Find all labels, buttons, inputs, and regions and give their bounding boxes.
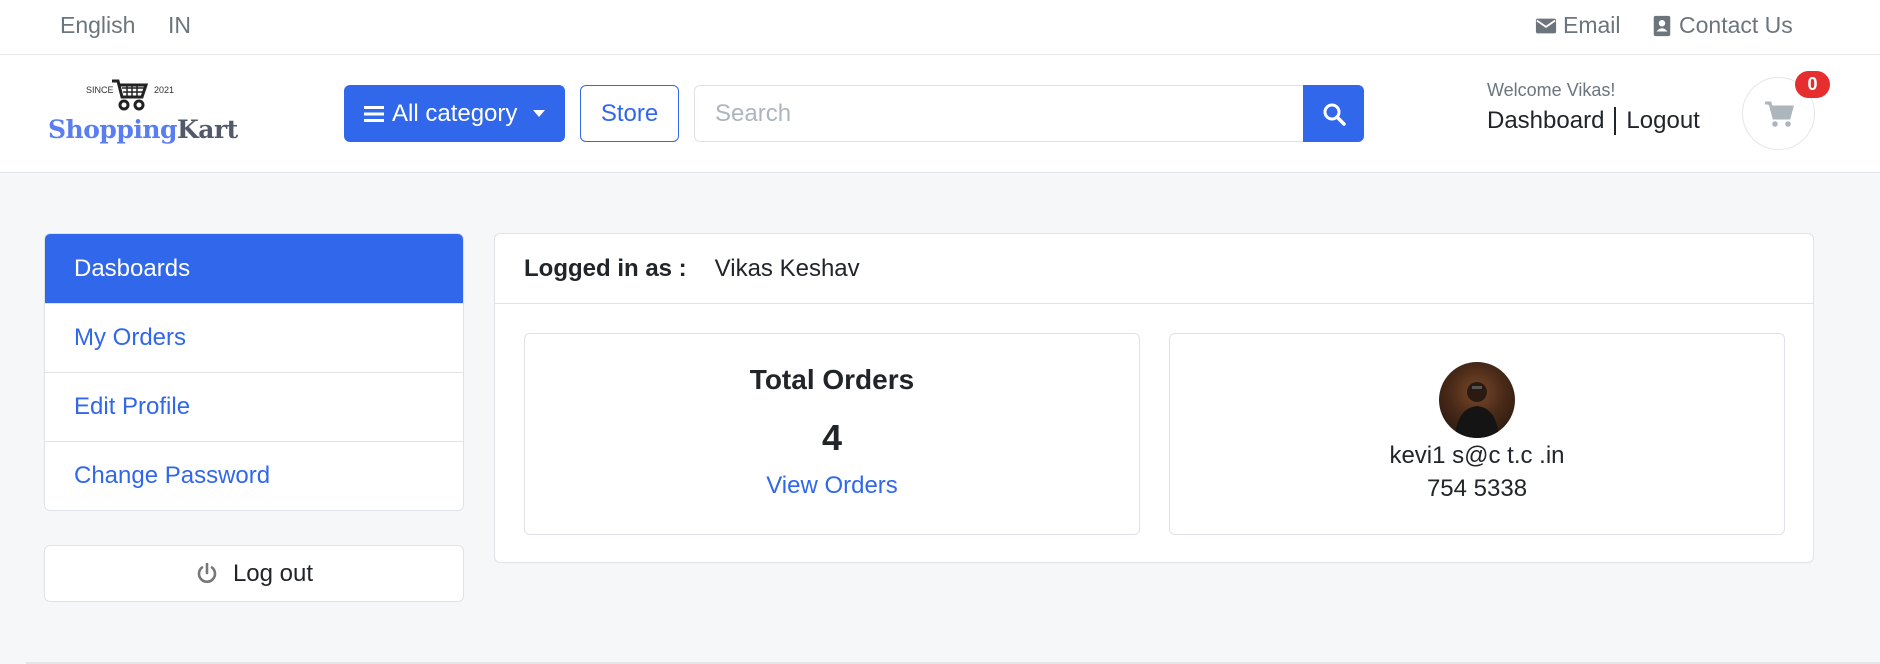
shoppingkart-logo[interactable]: SINCE 2021 ShoppingKart [46, 77, 246, 147]
total-orders-card: Total Orders 4 View Orders [524, 333, 1140, 535]
search-input[interactable] [694, 85, 1304, 142]
main-header: SINCE 2021 ShoppingKart All category Sto… [0, 55, 1880, 173]
cart-count-badge: 0 [1795, 71, 1830, 98]
all-category-button[interactable]: All category [344, 85, 565, 142]
cart-icon [1764, 101, 1794, 127]
total-orders-title: Total Orders [749, 364, 915, 395]
contact-book-icon [1653, 15, 1671, 36]
logged-in-header: Logged in as : Vikas Keshav [495, 234, 1813, 304]
contact-link[interactable]: Contact Us [1651, 12, 1793, 39]
logout-label: Log out [232, 559, 314, 587]
email-link[interactable]: Email [1535, 12, 1621, 39]
sidebar-item-dashboards[interactable]: Dasboards [45, 234, 463, 303]
logged-in-label: Logged in as : [524, 254, 687, 282]
email-label: Email [1563, 12, 1621, 38]
total-orders-count: 4 [821, 417, 843, 458]
welcome-text: Welcome Vikas! [1487, 80, 1616, 100]
contact-label: Contact Us [1679, 12, 1793, 38]
account-links: Dashboard Logout [1487, 107, 1700, 135]
profile-phone: 754 5338 [1426, 475, 1528, 502]
search-button[interactable] [1303, 85, 1364, 142]
person-icon [1455, 382, 1499, 438]
logo-cart-icon [112, 79, 149, 111]
sidebar-item-my-orders[interactable]: My Orders [45, 303, 463, 372]
menu-icon [364, 105, 384, 122]
envelope-icon [1535, 18, 1557, 33]
sidebar-item-change-password[interactable]: Change Password [45, 441, 463, 510]
account-sidebar: Dasboards My Orders Edit Profile Change … [44, 233, 464, 511]
store-button[interactable]: Store [580, 85, 679, 142]
caret-down-icon [533, 110, 546, 117]
view-orders-link[interactable]: View Orders [525, 472, 1139, 500]
user-name: Vikas Keshav [714, 254, 860, 282]
dashboard-card: Logged in as : Vikas Keshav Total Orders… [494, 233, 1814, 563]
logout-link[interactable]: Logout [1626, 107, 1699, 135]
region-selector[interactable]: IN [168, 12, 191, 39]
logo-brand: ShoppingKart [48, 115, 238, 144]
top-strip: English IN Email Contact Us [0, 0, 1880, 55]
language-selector[interactable]: English [60, 12, 135, 39]
dashboard-link[interactable]: Dashboard [1487, 107, 1604, 135]
profile-card: kevi1 s@c t.c .in 754 5338 [1169, 333, 1785, 535]
all-category-label: All category [392, 99, 518, 127]
search-icon [1323, 103, 1346, 126]
power-icon [197, 562, 217, 583]
logo-year: 2021 [154, 85, 175, 95]
sidebar-item-edit-profile[interactable]: Edit Profile [45, 372, 463, 441]
avatar [1439, 362, 1515, 438]
link-divider [1614, 107, 1617, 135]
logout-button[interactable]: Log out [44, 545, 464, 602]
profile-email: kevi1 s@c t.c .in [1389, 442, 1565, 469]
